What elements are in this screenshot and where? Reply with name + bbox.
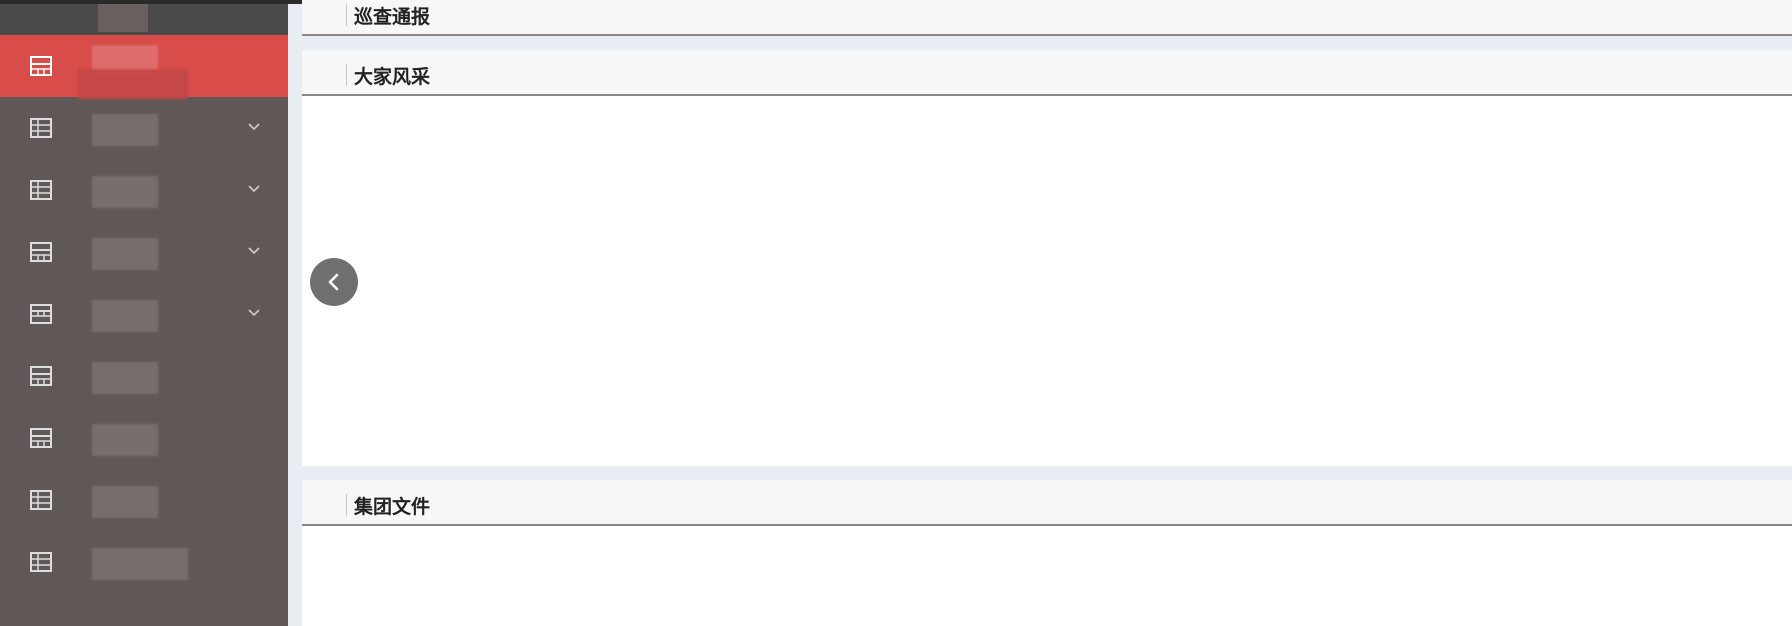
table-icon	[30, 118, 52, 138]
main-content: 巡查通报 大家风采 集团文件	[302, 0, 1792, 626]
sidebar-item-3[interactable]	[0, 159, 288, 221]
blurred-label	[92, 176, 158, 208]
table-icon	[30, 366, 52, 386]
carousel-area	[302, 96, 1792, 466]
blurred-label	[92, 486, 158, 518]
carousel-prev-button[interactable]	[310, 258, 358, 306]
panel-title: 集团文件	[354, 496, 431, 518]
blurred-logo	[98, 4, 148, 32]
panel-header-docs: 集团文件	[302, 480, 1792, 526]
panel-header-inspection: 巡查通报	[302, 0, 1792, 36]
blurred-label	[92, 114, 158, 146]
blurred-label	[92, 424, 158, 456]
chevron-down-icon	[246, 245, 262, 257]
table-icon	[30, 56, 52, 76]
panel-title: 巡查通报	[354, 6, 431, 28]
sidebar-item-7[interactable]	[0, 407, 288, 469]
chevron-down-icon	[246, 121, 262, 133]
sidebar-header	[0, 4, 288, 35]
sidebar-item-8[interactable]	[0, 469, 288, 531]
header-divider	[346, 4, 347, 26]
sidebar-item-5[interactable]	[0, 283, 288, 345]
blurred-label	[92, 300, 158, 332]
docs-list	[302, 526, 1792, 626]
blurred-label	[92, 238, 158, 270]
blurred-label	[92, 548, 188, 580]
sidebar-item-6[interactable]	[0, 345, 288, 407]
chevron-down-icon	[246, 183, 262, 195]
sidebar	[0, 4, 288, 626]
table-icon	[30, 552, 52, 572]
header-divider	[346, 64, 347, 86]
table-icon	[30, 242, 52, 262]
sidebar-item-9[interactable]	[0, 531, 288, 593]
sidebar-item-1[interactable]	[0, 35, 288, 99]
header-divider	[346, 494, 347, 516]
table-icon	[30, 490, 52, 510]
table-icon	[30, 180, 52, 200]
table-icon	[30, 428, 52, 448]
table-icon	[30, 304, 52, 324]
chevron-down-icon	[246, 307, 262, 319]
chevron-left-icon	[328, 273, 339, 291]
sidebar-item-2[interactable]	[0, 97, 288, 159]
panel-header-style: 大家风采	[302, 50, 1792, 96]
sidebar-item-4[interactable]	[0, 221, 288, 283]
panel-title: 大家风采	[354, 66, 431, 88]
blurred-label	[92, 362, 158, 394]
blurred-label	[78, 69, 188, 99]
